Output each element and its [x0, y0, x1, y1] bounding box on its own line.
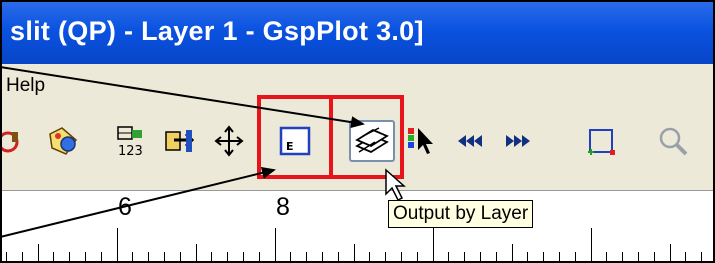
ruler-tick	[274, 228, 276, 261]
ruler-tick	[148, 252, 150, 261]
red-circle-tool-button[interactable]	[2, 124, 32, 158]
ruler-tick	[480, 252, 481, 261]
ruler-tick	[448, 252, 450, 261]
fast-forward-button[interactable]	[500, 124, 536, 158]
zoom-button[interactable]	[656, 124, 692, 158]
title-bar[interactable]: slit (QP) - Layer 1 - GspPlot 3.0]	[2, 2, 713, 64]
ruler-tick	[132, 252, 134, 261]
rewind-button[interactable]	[454, 124, 490, 158]
ruler-tick	[638, 252, 639, 261]
export-icon	[165, 130, 195, 152]
ruler-tick	[369, 252, 371, 261]
number-format-icon: 123	[117, 126, 143, 159]
ruler-tick	[337, 252, 339, 261]
ruler-tick	[164, 252, 165, 261]
ruler-tick	[53, 252, 55, 261]
ruler-tick	[21, 252, 23, 261]
move-crosshair-icon	[214, 125, 244, 157]
palette-tool-icon	[49, 127, 78, 155]
ruler-tick	[559, 252, 560, 261]
ruler-tick	[69, 252, 71, 261]
ruler-tick	[653, 252, 655, 261]
ruler-tick	[574, 252, 576, 261]
number-format-button[interactable]: 123	[114, 124, 150, 159]
ruler-tick	[85, 252, 86, 261]
color-pointer-button[interactable]	[406, 124, 436, 158]
window-title: slit (QP) - Layer 1 - GspPlot 3.0]	[10, 16, 424, 46]
tooltip: Output by Layer	[388, 200, 534, 228]
rewind-icon	[458, 135, 482, 147]
ruler-tick	[258, 252, 260, 261]
move-button[interactable]	[214, 124, 244, 158]
palette-tool-button[interactable]	[46, 124, 82, 158]
ruler-tick	[100, 252, 102, 261]
ruler-tick	[543, 252, 545, 261]
fast-forward-icon	[506, 135, 530, 147]
red-circle-tool-icon	[2, 131, 19, 153]
ruler-tick	[669, 244, 671, 261]
ruler-tick	[416, 252, 418, 261]
svg-text:123: 123	[118, 144, 143, 158]
ruler-tick	[527, 252, 529, 261]
ruler-tick	[622, 252, 624, 261]
ruler-tick	[432, 228, 434, 261]
highlight-box-left	[257, 95, 333, 179]
ruler: 6 8	[2, 190, 713, 261]
zoom-icon	[659, 127, 688, 156]
ruler-tick	[6, 252, 7, 261]
menu-help[interactable]: Help	[6, 75, 45, 97]
ruler-tick	[353, 244, 355, 261]
ruler-tick	[306, 252, 308, 261]
bounding-box-icon	[588, 129, 615, 155]
ruler-tick	[590, 228, 592, 261]
ruler-tick	[495, 252, 497, 261]
ruler-tick	[606, 252, 608, 261]
ruler-tick	[401, 252, 402, 261]
ruler-tick	[464, 252, 466, 261]
ruler-tick	[385, 252, 387, 261]
ruler-label-8: 8	[276, 193, 290, 221]
export-button[interactable]	[162, 124, 198, 158]
ruler-tick	[37, 244, 39, 261]
ruler-tick	[290, 252, 292, 261]
ruler-tick	[243, 252, 244, 261]
ruler-tick	[322, 252, 323, 261]
bounding-box-button[interactable]	[584, 124, 620, 158]
color-pointer-icon	[408, 128, 433, 154]
ruler-tick	[179, 252, 181, 261]
highlight-box-right	[329, 95, 404, 179]
ruler-label-6: 6	[118, 193, 132, 221]
ruler-tick	[511, 244, 513, 261]
ruler-tick	[227, 252, 229, 261]
ruler-tick	[701, 252, 703, 261]
ruler-tick	[685, 252, 687, 261]
ruler-tick	[116, 228, 118, 261]
ruler-tick	[195, 244, 197, 261]
ruler-tick	[211, 252, 213, 261]
